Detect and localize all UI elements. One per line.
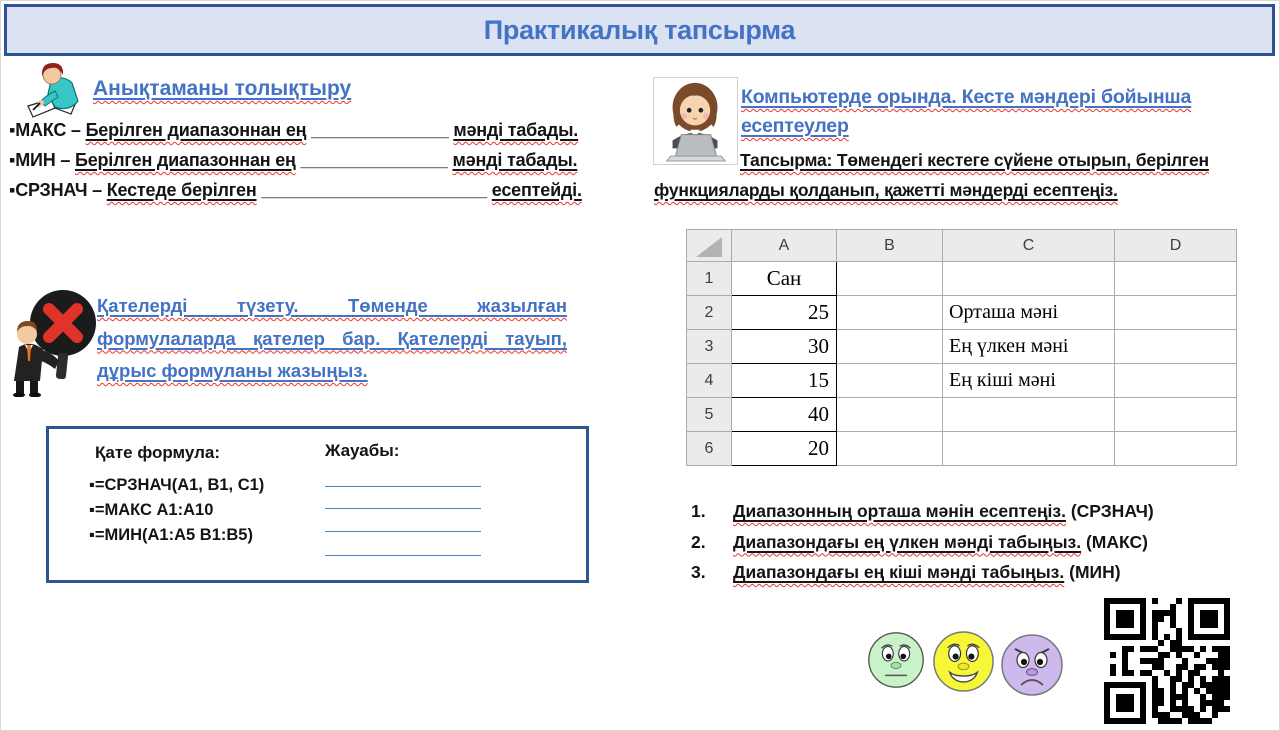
task-item: 3. Диапазондағы ең кіші мәнді табыңыз. (… (691, 557, 1271, 588)
answer-line (325, 503, 481, 509)
formula-item: ▪=СРЗНАЧ(А1, В1, С1) (89, 476, 265, 494)
answer-line (325, 481, 481, 487)
select-all-corner (686, 229, 732, 262)
section-title-definitions: Анықтаманы толықтыру (93, 77, 352, 100)
task-description: Тапсырма: Төмендегі кестеге сүйене отыры… (654, 150, 1209, 200)
header-bar: Практикалық тапсырма (4, 4, 1275, 56)
column-header-b: B (836, 229, 943, 262)
cell-c5 (942, 397, 1115, 432)
task-number: 1. (691, 501, 706, 521)
definition-blank: ______________ (311, 120, 449, 140)
sad-face-icon (1001, 634, 1063, 696)
answer-line (325, 550, 481, 556)
column-header-d: D (1114, 229, 1237, 262)
cell-c3: Ең үлкен мәні (942, 329, 1115, 364)
definition-blank: _______________________ (261, 180, 487, 200)
definition-text: Берілген диапазоннан ең (85, 120, 307, 140)
definition-tail: мәнді табады. (453, 120, 579, 140)
sheet-row: 3 30 Ең үлкен мәні (686, 329, 1237, 364)
cell-d1 (1114, 261, 1237, 296)
error-fix-text: Қателерді түзету. Төменде жазылған форму… (97, 295, 567, 381)
cell-a5: 40 (731, 397, 837, 432)
cell-c6 (942, 431, 1115, 466)
task-text: Диапазондағы ең кіші мәнді табыңыз. (733, 562, 1065, 582)
cell-b2 (836, 295, 943, 330)
cell-d3 (1114, 329, 1237, 364)
cell-b5 (836, 397, 943, 432)
definition-term: МИН – (15, 150, 71, 170)
cell-d5 (1114, 397, 1237, 432)
cell-a4: 15 (731, 363, 837, 398)
task-number: 3. (691, 562, 706, 582)
row-header: 6 (686, 431, 732, 466)
qr-code (1104, 598, 1230, 724)
cell-c1 (942, 261, 1115, 296)
row-header: 5 (686, 397, 732, 432)
definition-item: ▪СРЗНАЧ – Кестеде берілген _____________… (9, 175, 649, 205)
cell-a1: Сан (731, 261, 837, 296)
row-header: 1 (686, 261, 732, 296)
sheet-row: 5 40 (686, 397, 1237, 432)
cell-a6: 20 (731, 431, 837, 466)
definition-tail: есептейді. (491, 180, 582, 200)
task-number: 2. (691, 531, 706, 552)
definition-tail: мәнді табады. (452, 150, 578, 170)
row-header: 3 (686, 329, 732, 364)
neutral-face-icon (868, 632, 924, 688)
cell-a2: 25 (731, 295, 837, 330)
writer-boy-icon (27, 63, 79, 118)
task-item: 1. Диапазонның орташа мәнін есептеңіз. (… (691, 496, 1271, 527)
definitions-list: ▪МАКС – Берілген диапазоннан ең ________… (9, 115, 649, 205)
answer-line (325, 526, 481, 532)
cell-c2: Орташа мәні (942, 295, 1115, 330)
sheet-row: 1 Сан (686, 261, 1237, 296)
row-header: 2 (686, 295, 732, 330)
definition-text: Кестеде берілген (106, 180, 257, 200)
definition-text: Берілген диапазоннан ең (74, 150, 296, 170)
sheet-row: 6 20 (686, 431, 1237, 466)
formula-box-right-header: Жауабы: (325, 441, 400, 460)
cell-b1 (836, 261, 943, 296)
definition-term: СРЗНАЧ – (15, 180, 102, 200)
happy-face-icon (933, 631, 994, 692)
cell-d4 (1114, 363, 1237, 398)
column-header-a: A (731, 229, 837, 262)
cell-b6 (836, 431, 943, 466)
cell-b3 (836, 329, 943, 364)
page-title: Практикалық тапсырма (483, 14, 796, 45)
worksheet-page: Практикалық тапсырма Анықтаманы толықтыр… (0, 0, 1280, 731)
formula-item: ▪=МИН(А1:А5 В1:В5) (89, 526, 253, 544)
row-header: 4 (686, 363, 732, 398)
definition-item: ▪МИН – Берілген диапазоннан ең _________… (9, 145, 649, 175)
cell-b4 (836, 363, 943, 398)
definition-blank: _______________ (300, 150, 448, 170)
task-function: (СРЗНАЧ) (1065, 501, 1154, 521)
task-text: Диапазонның орташа мәнін есептеңіз. (733, 501, 1066, 521)
corner-triangle-icon (696, 237, 722, 257)
task-function: (МАКС) (1081, 531, 1148, 552)
column-header-c: C (942, 229, 1115, 262)
sheet-row: 4 15 Ең кіші мәні (686, 363, 1237, 398)
section-title-compute: Компьютерде орында. Кесте мәндері бойынш… (741, 86, 1192, 137)
cell-d2 (1114, 295, 1237, 330)
cell-c4: Ең кіші мәні (942, 363, 1115, 398)
formula-list: ▪=СРЗНАЧ(А1, В1, С1) ▪=МАКС А1:А10 ▪=МИН… (89, 473, 264, 548)
cell-a3: 30 (731, 329, 837, 364)
definition-item: ▪МАКС – Берілген диапазоннан ең ________… (9, 115, 649, 145)
task-item: 2. Диапазондағы ең үлкен мәнді табыңыз. … (691, 527, 1271, 558)
formula-item: ▪=МАКС А1:А10 (89, 501, 214, 519)
formula-box-left-header: Қате формула: (95, 443, 221, 462)
cell-d6 (1114, 431, 1237, 466)
tasks-list: 1. Диапазонның орташа мәнін есептеңіз. (… (691, 496, 1271, 588)
definition-term: МАКС – (15, 120, 81, 140)
task-function: (МИН) (1064, 562, 1121, 582)
spreadsheet-table: A B C D 1 Сан 2 25 Орташа мәні 3 30 Ең ү… (686, 229, 1237, 466)
task-text: Диапазондағы ең үлкен мәнді табыңыз. (733, 531, 1082, 552)
sheet-row: 2 25 Орташа мәні (686, 295, 1237, 330)
error-sign-man-icon (13, 290, 96, 397)
formula-box: Қате формула: Жауабы: ▪=СРЗНАЧ(А1, В1, С… (46, 426, 589, 583)
